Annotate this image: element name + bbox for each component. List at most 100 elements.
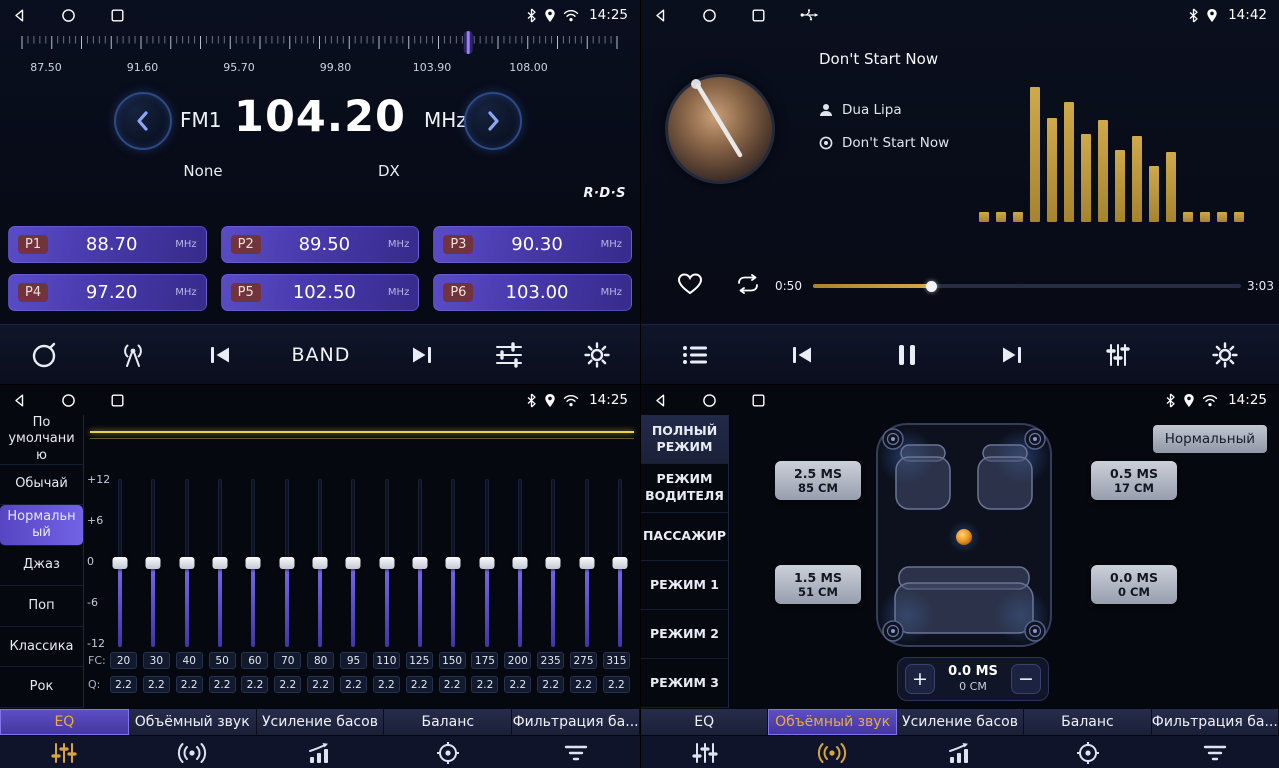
audio-tab-eq[interactable]: EQ xyxy=(0,709,129,735)
slider-handle[interactable] xyxy=(179,557,194,569)
slider-handle[interactable] xyxy=(446,557,461,569)
delay-rear-left[interactable]: 1.5 MS 51 CM xyxy=(775,565,861,604)
eq-band-slider[interactable] xyxy=(479,479,495,647)
audio-tab-balance[interactable]: Баланс xyxy=(1024,709,1151,735)
increase-delay-button[interactable]: + xyxy=(905,664,935,694)
eq-band-slider[interactable] xyxy=(612,479,628,647)
nav-home-icon[interactable] xyxy=(702,393,717,408)
slider-handle[interactable] xyxy=(212,557,227,569)
eq-band-slider[interactable] xyxy=(345,479,361,647)
slider-handle[interactable] xyxy=(246,557,261,569)
bass-boost-icon[interactable] xyxy=(896,736,1024,768)
surround-preset-button[interactable]: Нормальный xyxy=(1153,425,1267,453)
radio-broadcast-icon[interactable] xyxy=(118,341,148,369)
album-art[interactable] xyxy=(665,74,775,184)
surround-sound-icon[interactable] xyxy=(128,736,256,768)
surround-mode-item[interactable]: РЕЖИМ 1 xyxy=(641,561,728,610)
audio-tab-balance[interactable]: Баланс xyxy=(384,709,512,735)
filter-icon[interactable] xyxy=(1151,736,1279,768)
slider-handle[interactable] xyxy=(113,557,128,569)
nav-recents-icon[interactable] xyxy=(751,8,766,23)
audio-tab-bass[interactable]: Усиление басов xyxy=(897,709,1024,735)
audio-tab-surround[interactable]: Объёмный звук xyxy=(768,709,896,735)
eq-preset-item[interactable]: Нормальный xyxy=(0,505,83,546)
next-track-icon[interactable] xyxy=(409,344,435,366)
eq-faders-icon[interactable] xyxy=(641,736,769,768)
slider-handle[interactable] xyxy=(379,557,394,569)
eq-band-slider[interactable] xyxy=(445,479,461,647)
dx-mode-label[interactable]: DX xyxy=(378,162,400,180)
radio-preset-4[interactable]: P497.20MHz xyxy=(8,274,207,311)
slider-handle[interactable] xyxy=(546,557,561,569)
eq-preset-item[interactable]: Обычай xyxy=(0,465,83,506)
eq-band-slider[interactable] xyxy=(245,479,261,647)
eq-preset-item[interactable]: Джаз xyxy=(0,546,83,587)
nav-back-icon[interactable] xyxy=(653,8,668,23)
eq-band-slider[interactable] xyxy=(579,479,595,647)
eq-band-slider[interactable] xyxy=(279,479,295,647)
nav-home-icon[interactable] xyxy=(61,393,76,408)
tune-down-button[interactable] xyxy=(114,92,172,150)
radio-preset-2[interactable]: P289.50MHz xyxy=(221,226,420,263)
delay-rear-right[interactable]: 0.0 MS 0 CM xyxy=(1091,565,1177,604)
tune-up-button[interactable] xyxy=(464,92,522,150)
balance-icon[interactable] xyxy=(1024,736,1152,768)
eq-preset-item[interactable]: По умолчанию xyxy=(0,415,83,465)
progress-bar[interactable] xyxy=(813,284,1241,288)
nav-back-icon[interactable] xyxy=(12,8,27,23)
slider-handle[interactable] xyxy=(412,557,427,569)
settings-gear-icon[interactable] xyxy=(583,341,611,369)
eq-preset-item[interactable]: Классика xyxy=(0,627,83,668)
next-track-icon[interactable] xyxy=(999,344,1025,366)
slider-handle[interactable] xyxy=(479,557,494,569)
repeat-icon[interactable] xyxy=(735,274,761,298)
surround-mode-item[interactable]: ПОЛНЫЙ РЕЖИМ xyxy=(641,415,728,464)
slider-handle[interactable] xyxy=(146,557,161,569)
favorite-heart-icon[interactable] xyxy=(677,272,703,300)
nav-recents-icon[interactable] xyxy=(110,393,125,408)
band-button[interactable]: BAND xyxy=(292,344,351,366)
delay-front-left[interactable]: 2.5 MS 85 CM xyxy=(775,461,861,500)
bass-boost-icon[interactable] xyxy=(256,736,384,768)
audio-tab-filter[interactable]: Фильтрация ба... xyxy=(512,709,640,735)
radio-preset-3[interactable]: P390.30MHz xyxy=(433,226,632,263)
eq-band-slider[interactable] xyxy=(112,479,128,647)
audio-tab-bass[interactable]: Усиление басов xyxy=(257,709,385,735)
slider-handle[interactable] xyxy=(279,557,294,569)
surround-mode-item[interactable]: ПАССАЖИР xyxy=(641,513,728,562)
previous-track-icon[interactable] xyxy=(789,344,815,366)
decrease-delay-button[interactable]: − xyxy=(1011,664,1041,694)
surround-sound-icon[interactable] xyxy=(769,736,897,768)
filter-icon[interactable] xyxy=(512,736,640,768)
eq-band-slider[interactable] xyxy=(512,479,528,647)
scan-icon[interactable] xyxy=(29,340,59,370)
eq-preset-item[interactable]: Поп xyxy=(0,586,83,627)
slider-handle[interactable] xyxy=(612,557,627,569)
audio-tab-eq[interactable]: EQ xyxy=(641,709,768,735)
nav-recents-icon[interactable] xyxy=(110,8,125,23)
pause-icon[interactable] xyxy=(896,343,918,367)
eq-preset-item[interactable]: Рок xyxy=(0,667,83,708)
surround-mode-item[interactable]: РЕЖИМ 3 xyxy=(641,659,728,708)
slider-handle[interactable] xyxy=(312,557,327,569)
nav-home-icon[interactable] xyxy=(61,8,76,23)
audio-tab-filter[interactable]: Фильтрация ба... xyxy=(1152,709,1279,735)
surround-mode-item[interactable]: РЕЖИМ 2 xyxy=(641,610,728,659)
eq-band-slider[interactable] xyxy=(179,479,195,647)
slider-handle[interactable] xyxy=(512,557,527,569)
delay-front-right[interactable]: 0.5 MS 17 CM xyxy=(1091,461,1177,500)
eq-band-slider[interactable] xyxy=(412,479,428,647)
eq-faders-icon[interactable] xyxy=(0,736,128,768)
playlist-icon[interactable] xyxy=(682,345,708,365)
mixer-icon[interactable] xyxy=(1106,342,1130,368)
eq-settings-icon[interactable] xyxy=(494,342,524,368)
radio-preset-5[interactable]: P5102.50MHz xyxy=(221,274,420,311)
nav-home-icon[interactable] xyxy=(702,8,717,23)
nav-back-icon[interactable] xyxy=(12,393,27,408)
frequency-scale[interactable]: 87.5091.6095.7099.80103.90108.00 xyxy=(0,30,640,82)
eq-band-slider[interactable] xyxy=(145,479,161,647)
surround-mode-item[interactable]: РЕЖИМ ВОДИТЕЛЯ xyxy=(641,464,728,513)
eq-band-slider[interactable] xyxy=(212,479,228,647)
progress-knob[interactable] xyxy=(926,281,937,292)
audio-tab-surround[interactable]: Объёмный звук xyxy=(129,709,257,735)
